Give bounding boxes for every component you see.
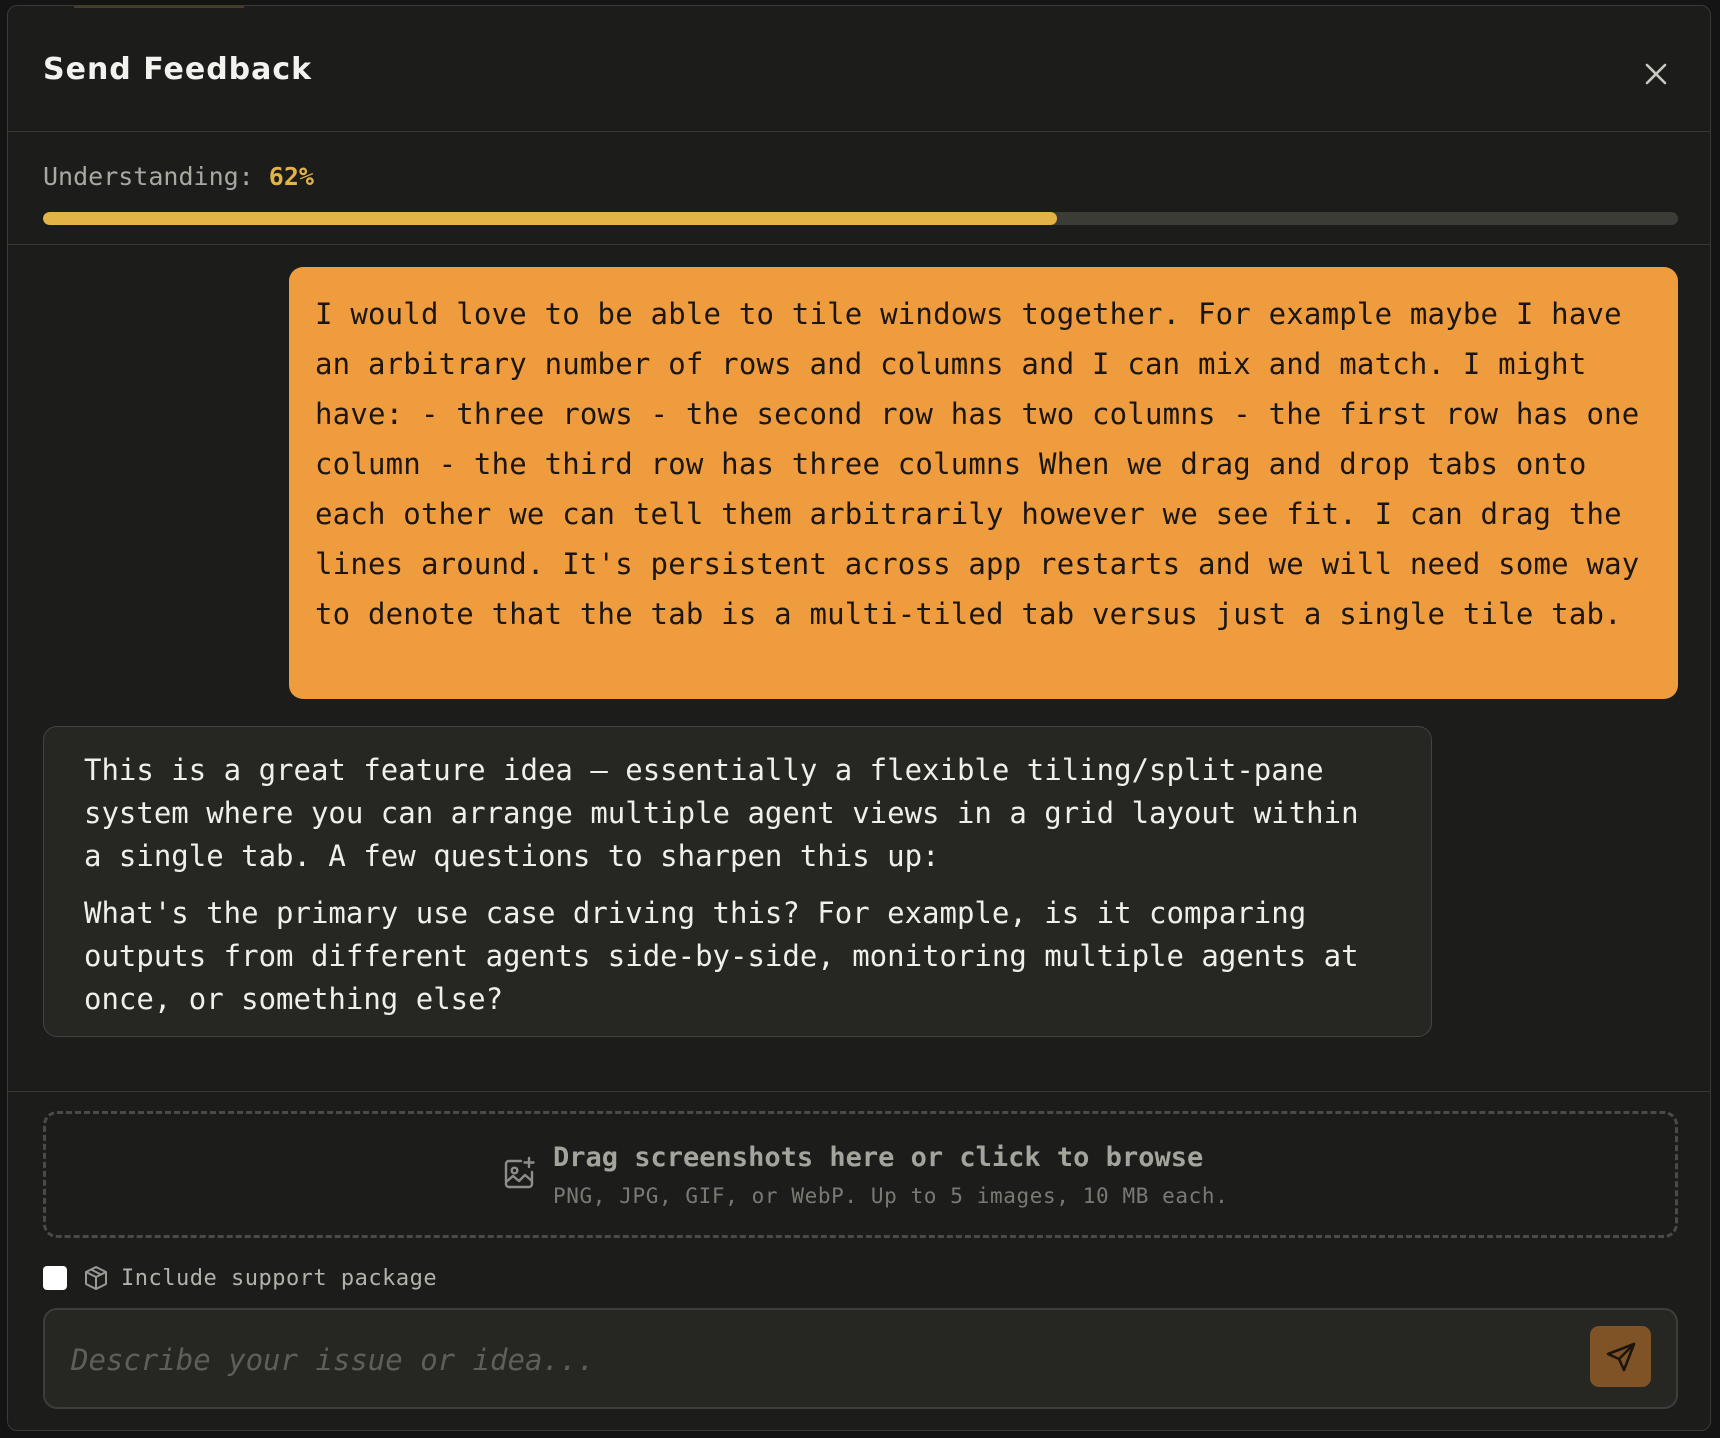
package-icon	[85, 1266, 107, 1290]
understanding-progress-bar	[43, 212, 1678, 225]
support-package-label: Include support package	[121, 1265, 438, 1291]
understanding-label: Understanding:	[43, 162, 254, 191]
assistant-paragraph: What's the primary use case driving this…	[84, 896, 1359, 1016]
footer-divider	[8, 1091, 1710, 1092]
send-icon	[1606, 1342, 1635, 1371]
understanding-progress-fill	[43, 212, 1057, 225]
feedback-input[interactable]	[69, 1330, 1453, 1390]
screenshot-dropzone[interactable]: Drag screenshots here or click to browse…	[43, 1111, 1678, 1238]
assistant-paragraph: This is a great feature idea — essential…	[84, 753, 1359, 873]
understanding-value: 62%	[268, 162, 314, 191]
dropzone-subtitle: PNG, JPG, GIF, or WebP. Up to 5 images, …	[553, 1184, 1229, 1208]
dialog-header: Send Feedback	[8, 6, 1710, 132]
dropzone-title: Drag screenshots here or click to browse	[553, 1142, 1204, 1173]
close-icon	[1645, 63, 1667, 85]
support-package-checkbox[interactable]	[43, 1266, 67, 1290]
understanding-label-row: Understanding: 62%	[43, 162, 314, 191]
understanding-section: Understanding: 62%	[8, 132, 1710, 245]
assistant-message: This is a great feature idea — essential…	[43, 726, 1432, 1037]
close-button[interactable]	[1638, 56, 1674, 92]
image-plus-icon	[504, 1156, 535, 1189]
message-input-box	[43, 1308, 1678, 1409]
dialog-title: Send Feedback	[43, 52, 313, 87]
user-message: I would love to be able to tile windows …	[289, 267, 1678, 699]
feedback-dialog: Send Feedback Understanding: 62% I would…	[7, 5, 1711, 1431]
send-button[interactable]	[1590, 1326, 1651, 1387]
support-package-row: Include support package	[43, 1263, 437, 1293]
